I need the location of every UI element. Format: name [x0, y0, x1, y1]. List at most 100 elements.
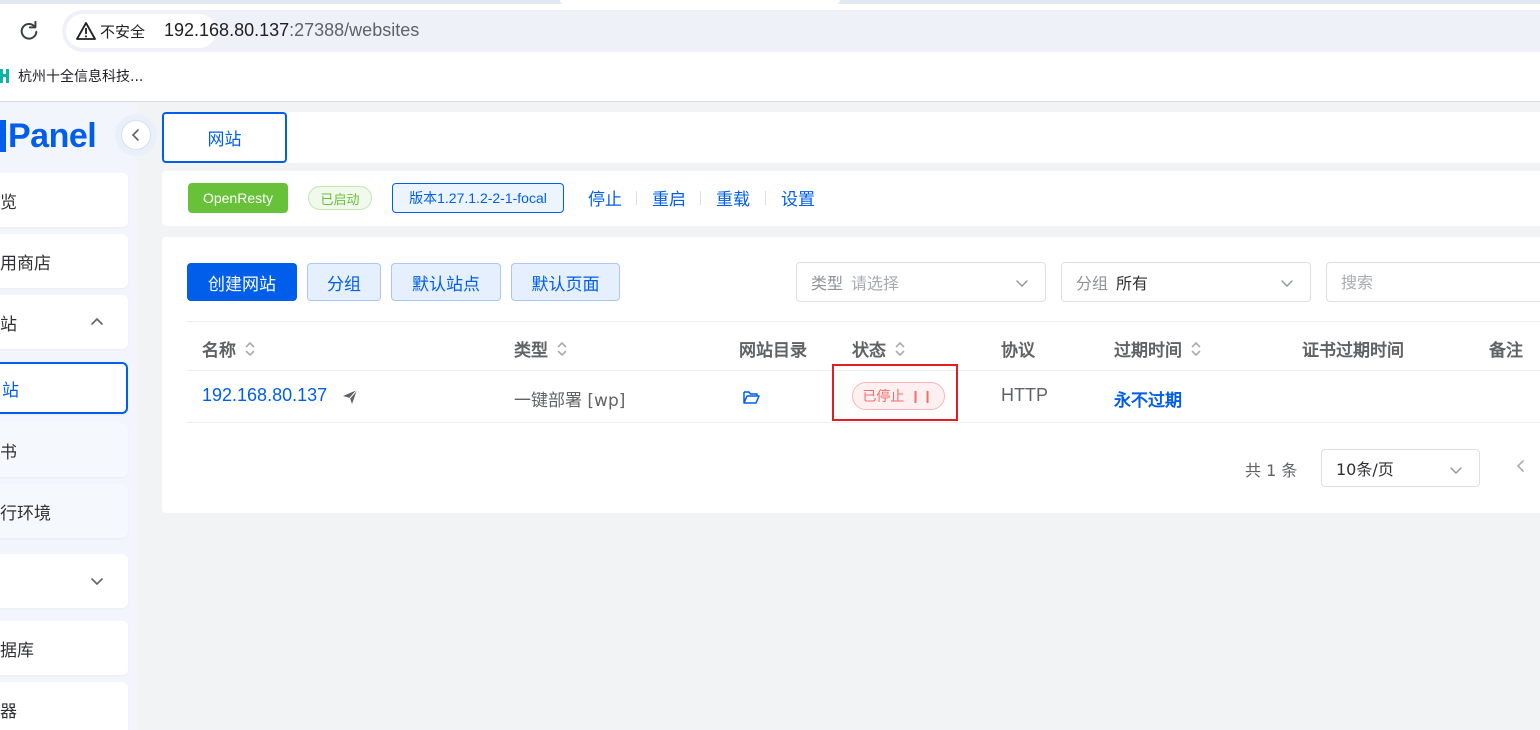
sidebar-item-database[interactable]: 据库: [0, 621, 128, 675]
reload-icon[interactable]: [18, 20, 40, 42]
logo-text: Panel: [8, 116, 97, 155]
chevron-down-icon: [91, 578, 103, 586]
column-protocol: 协议: [1001, 336, 1035, 361]
sort-icon: [245, 341, 255, 356]
sidebar-group-websites[interactable]: 站: [0, 295, 128, 349]
bookmark-label: 杭州十全信息科技...: [18, 69, 144, 85]
openresty-status-bar: OpenResty 已启动 版本1.27.1.2-2-1-focal 停止 重启…: [162, 171, 1540, 226]
chevron-down-icon: [1450, 467, 1462, 474]
chevron-left-icon: [131, 129, 139, 141]
column-expire[interactable]: 过期时间: [1114, 336, 1202, 361]
table-header: 名称 类型 网站目录 状态 协议 过期时间 证书过期时间 备注: [187, 321, 1540, 371]
stopped-status-badge[interactable]: 已停止 ❙❙: [852, 382, 945, 410]
type-filter-select[interactable]: 类型 请选择: [796, 262, 1046, 302]
settings-button[interactable]: 设置: [781, 185, 815, 210]
restart-button[interactable]: 重启: [652, 185, 686, 210]
create-website-button[interactable]: 创建网站: [187, 263, 297, 301]
default-page-button[interactable]: 默认页面: [511, 263, 620, 301]
sort-icon: [895, 341, 905, 356]
sidebar-item-app-store[interactable]: 用商店: [0, 234, 128, 288]
column-name[interactable]: 名称: [202, 336, 256, 361]
sidebar-item-label: 行环境: [0, 503, 51, 524]
column-status[interactable]: 状态: [852, 336, 906, 361]
column-label: 名称: [202, 341, 236, 361]
chrome-divider: [0, 101, 1540, 102]
sidebar-item-container[interactable]: 器: [0, 682, 128, 730]
sidebar-group-collapsed[interactable]: [0, 554, 128, 608]
website-protocol: HTTP: [1001, 385, 1048, 405]
sidebar-item-label: 据库: [0, 640, 34, 661]
pause-icon: ❙❙: [910, 389, 935, 403]
column-directory: 网站目录: [739, 336, 807, 361]
sidebar-item-label: 书: [0, 442, 17, 463]
website-name-link[interactable]: 192.168.80.137: [202, 385, 327, 406]
pagination-prev-icon[interactable]: [1514, 459, 1528, 473]
status-label: 已停止: [862, 389, 905, 405]
sidebar-item-certificates[interactable]: 书: [0, 423, 128, 477]
group-button[interactable]: 分组: [307, 263, 381, 301]
address-bar[interactable]: 不安全 192.168.80.137:27388/websites: [62, 10, 1540, 52]
warning-icon: [76, 22, 96, 40]
divider: [636, 191, 637, 205]
security-label: 不安全: [100, 22, 146, 41]
table-row: 192.168.80.137 一键部署 [wp] 已停止 ❙❙ HTTP 永不过…: [187, 364, 1540, 423]
logo-mark: [0, 120, 6, 152]
sidebar-item-label: 用商店: [0, 253, 51, 274]
url-text[interactable]: 192.168.80.137:27388/websites: [164, 20, 419, 41]
divider: [765, 191, 766, 205]
divider: [700, 191, 701, 205]
logo[interactable]: Panel: [0, 114, 97, 158]
column-label: 备注: [1489, 341, 1523, 361]
reload-button[interactable]: 重载: [716, 185, 750, 210]
sort-icon: [1191, 341, 1201, 356]
page-size-value: 10条/页: [1336, 460, 1394, 479]
running-status-badge: 已启动: [308, 186, 372, 210]
sidebar-item-websites[interactable]: 站: [0, 362, 128, 414]
sidebar-item-overview[interactable]: 览: [0, 173, 128, 227]
send-icon[interactable]: [342, 389, 358, 405]
column-label: 类型: [514, 341, 548, 361]
pagination-total: 共 1 条: [1245, 461, 1298, 480]
expire-link[interactable]: 永不过期: [1114, 386, 1182, 411]
column-type[interactable]: 类型: [514, 336, 568, 361]
url-host: 192.168.80.137: [164, 20, 290, 40]
column-cert-expire: 证书过期时间: [1302, 336, 1404, 361]
sidebar: Panel 览 用商店 站 站 书 行环境 据库 器: [0, 102, 137, 730]
page-size-select[interactable]: 10条/页: [1321, 449, 1480, 487]
stop-button[interactable]: 停止: [588, 185, 622, 210]
folder-open-icon[interactable]: [743, 390, 760, 405]
group-filter-label: 分组: [1076, 274, 1109, 293]
default-site-button[interactable]: 默认站点: [391, 263, 501, 301]
column-label: 证书过期时间: [1302, 341, 1404, 361]
sidebar-collapse-button[interactable]: [121, 120, 151, 150]
group-filter-value: 所有: [1116, 274, 1149, 293]
search-input[interactable]: [1326, 262, 1540, 302]
bookmark-item[interactable]: 杭州十全信息科技...: [0, 64, 143, 88]
sidebar-item-label: 站: [0, 314, 17, 335]
sidebar-item-runtime[interactable]: 行环境: [0, 484, 128, 538]
sidebar-item-label: 览: [0, 192, 17, 213]
browser-tab-edge[interactable]: [560, 0, 840, 4]
tab-websites[interactable]: 网站: [162, 112, 287, 163]
column-label: 状态: [852, 341, 886, 361]
chevron-down-icon: [1016, 280, 1028, 287]
group-filter-select[interactable]: 分组 所有: [1061, 262, 1311, 302]
openresty-tag: OpenResty: [188, 183, 288, 213]
chevron-up-icon: [91, 317, 103, 325]
bookmark-favicon-icon: [0, 69, 9, 83]
website-type: 一键部署 [wp]: [514, 391, 626, 411]
sidebar-item-label: 器: [0, 701, 17, 722]
column-remark: 备注: [1489, 336, 1523, 361]
column-label: 过期时间: [1114, 341, 1182, 361]
chevron-down-icon: [1281, 280, 1293, 287]
type-filter-placeholder: 请选择: [851, 274, 900, 293]
url-path: :27388/websites: [289, 20, 420, 40]
column-label: 网站目录: [739, 341, 807, 361]
sort-icon: [557, 341, 567, 356]
browser-chrome: 不安全 192.168.80.137:27388/websites 杭州十全信息…: [0, 0, 1540, 102]
type-filter-label: 类型: [811, 274, 844, 293]
sidebar-item-label: 站: [2, 380, 19, 401]
website-list-card: 创建网站 分组 默认站点 默认页面 类型 请选择 分组 所有 名称 类型 网站目…: [162, 237, 1540, 513]
column-label: 协议: [1001, 341, 1035, 361]
page-tab-bar: 网站: [162, 112, 1540, 163]
